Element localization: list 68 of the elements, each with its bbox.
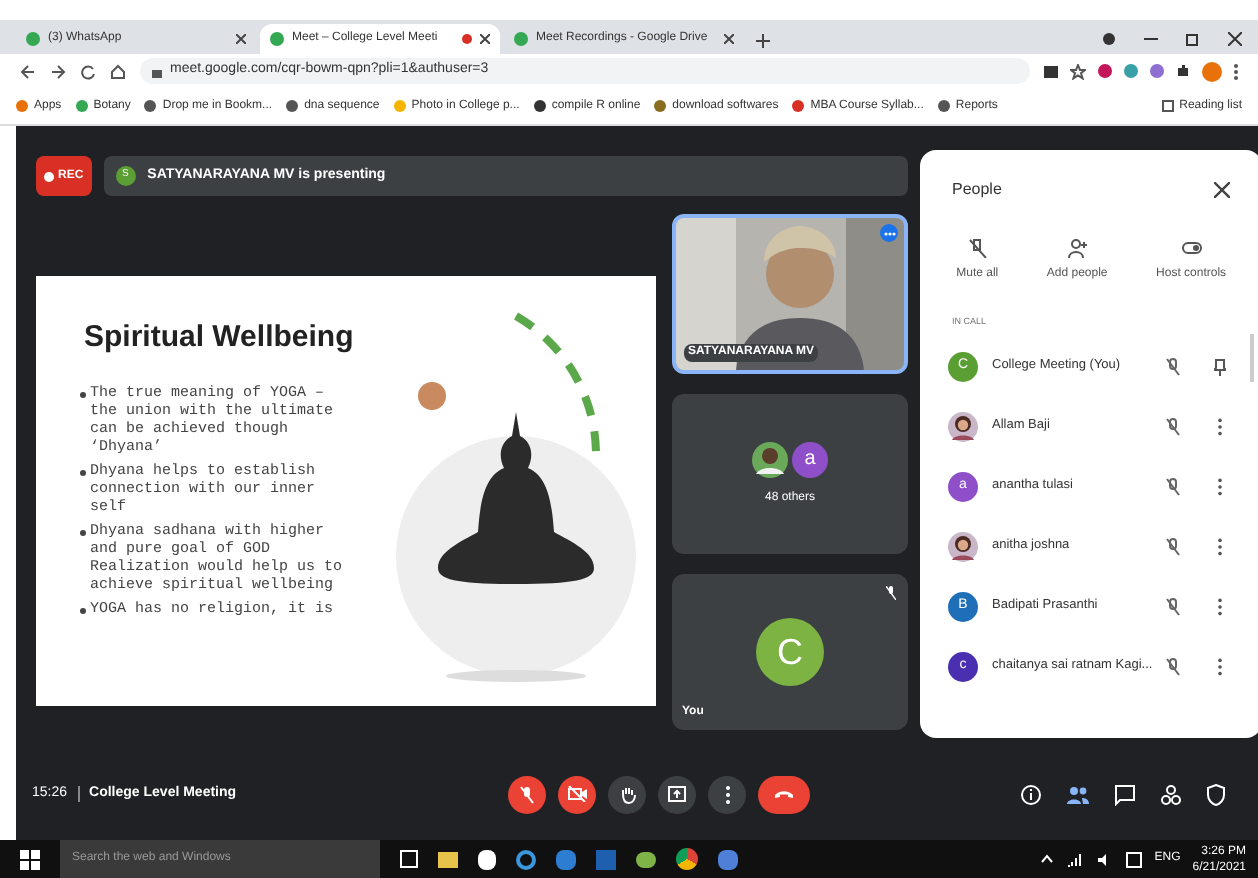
file-explorer-icon[interactable] <box>438 851 458 867</box>
back-icon[interactable] <box>20 63 36 79</box>
mic-off-icon <box>1166 477 1181 496</box>
bullet-icon <box>80 392 86 398</box>
more-options-button[interactable] <box>708 775 746 813</box>
star-icon[interactable] <box>1070 63 1086 79</box>
favicon-icon <box>26 32 40 46</box>
camera-off-icon <box>567 786 587 802</box>
leave-call-button[interactable] <box>758 775 810 813</box>
favicon-icon <box>270 32 284 46</box>
puzzle-icon[interactable] <box>1176 64 1190 78</box>
people-icon[interactable] <box>1066 783 1090 805</box>
minimize-icon[interactable] <box>1144 32 1158 46</box>
app-icon[interactable] <box>718 849 738 869</box>
profile-avatar[interactable] <box>1202 61 1222 81</box>
close-icon[interactable] <box>480 34 490 44</box>
more-options-icon[interactable] <box>1214 537 1227 556</box>
profile-icon[interactable] <box>1102 32 1116 46</box>
notification-icon[interactable] <box>1126 851 1143 867</box>
restore-icon[interactable] <box>1186 32 1200 46</box>
phone-hang-up-icon <box>774 789 794 799</box>
self-avatar: C <box>756 618 824 686</box>
home-icon[interactable] <box>110 63 126 79</box>
shield-icon[interactable] <box>1206 783 1226 805</box>
mic-off-icon <box>1166 657 1181 676</box>
pin-icon[interactable] <box>1214 357 1227 376</box>
more-options-icon[interactable] <box>1214 417 1227 436</box>
forward-icon[interactable] <box>50 63 66 79</box>
hand-icon <box>619 785 635 803</box>
mic-off-icon <box>520 785 534 803</box>
panel-title: People <box>952 178 1002 202</box>
participant-avatar: a <box>792 441 828 477</box>
more-options-icon[interactable] <box>1214 657 1227 676</box>
close-icon[interactable] <box>724 34 734 44</box>
windows-start-icon[interactable] <box>20 849 40 869</box>
task-view-icon[interactable] <box>400 850 418 868</box>
network-icon[interactable] <box>1066 851 1085 867</box>
edge-icon[interactable] <box>516 849 536 869</box>
bullet-icon <box>80 530 86 536</box>
info-icon[interactable] <box>1020 783 1042 805</box>
activities-icon[interactable] <box>1160 783 1182 805</box>
toggle-icon <box>1181 238 1202 258</box>
chat-icon[interactable] <box>1114 783 1136 805</box>
mic-off-icon <box>1166 537 1181 556</box>
reload-icon[interactable] <box>80 63 96 79</box>
mic-off-icon <box>1166 357 1181 376</box>
slide-title: Spiritual Wellbeing <box>84 318 354 358</box>
present-button[interactable] <box>658 775 696 813</box>
mic-off-icon <box>967 238 988 258</box>
more-options-icon[interactable] <box>1214 477 1227 496</box>
mic-off-icon <box>1166 417 1181 436</box>
close-icon[interactable] <box>236 34 246 44</box>
camera-button[interactable] <box>558 775 596 813</box>
new-tab-icon[interactable] <box>756 34 770 48</box>
present-screen-icon <box>668 786 686 802</box>
bullet-icon <box>80 608 86 614</box>
lock-icon <box>152 65 162 77</box>
more-options-icon[interactable] <box>1214 597 1227 616</box>
bullet-icon <box>80 470 86 476</box>
raise-hand-button[interactable] <box>608 775 646 813</box>
close-icon[interactable] <box>1214 182 1231 198</box>
microphone-button[interactable] <box>508 775 546 813</box>
chrome-icon[interactable] <box>676 848 698 870</box>
close-icon[interactable] <box>1228 32 1242 46</box>
favicon-icon <box>514 32 528 46</box>
add-person-icon <box>1067 238 1088 258</box>
mic-off-icon <box>1166 597 1181 616</box>
mic-off-icon <box>886 586 896 600</box>
